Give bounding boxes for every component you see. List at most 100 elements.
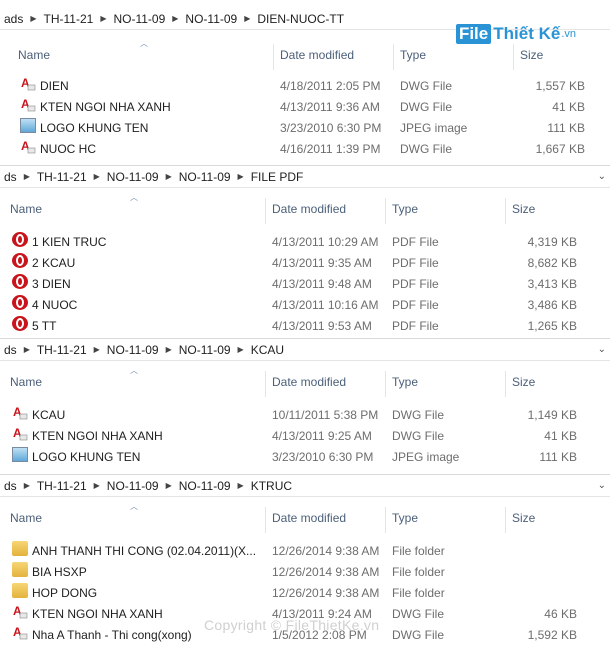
breadcrumb-segment[interactable]: ds [0, 479, 21, 493]
column-header-date[interactable]: Date modified [280, 38, 354, 72]
column-divider[interactable] [265, 507, 266, 533]
column-header-size[interactable]: Size [520, 38, 543, 72]
chevron-down-icon[interactable]: ⌄ [598, 344, 606, 355]
column-divider[interactable] [265, 198, 266, 224]
dwg-icon: A [20, 139, 36, 154]
file-row[interactable]: A DIEN 4/18/2011 2:05 PM DWG File 1,557 … [0, 76, 610, 97]
chevron-right-icon[interactable]: ▶ [21, 172, 33, 181]
breadcrumb-segment[interactable]: ds [0, 343, 21, 357]
file-name: 1 KIEN TRUC [32, 235, 107, 249]
column-divider[interactable] [505, 507, 506, 533]
breadcrumb-segment[interactable]: NO-11-09 [181, 12, 241, 26]
breadcrumb-segment[interactable]: KCAU [247, 343, 288, 357]
column-header-size[interactable]: Size [512, 501, 535, 535]
breadcrumb-segment[interactable]: NO-11-09 [109, 12, 169, 26]
file-row[interactable]: A KTEN NGOI NHA XANH 4/13/2011 9:36 AM D… [0, 97, 610, 118]
chevron-down-icon[interactable]: ⌄ [598, 171, 606, 182]
folder-icon [12, 562, 28, 577]
column-header-row: ︿ Name Date modified Type Size [0, 38, 610, 72]
breadcrumb-segment[interactable]: DIEN-NUOC-TT [253, 12, 348, 26]
file-date: 4/13/2011 9:25 AM [272, 429, 372, 443]
file-row[interactable]: A KTEN NGOI NHA XANH 4/13/2011 9:25 AM D… [0, 426, 610, 447]
file-type: DWG File [400, 142, 452, 156]
chevron-right-icon[interactable]: ▶ [235, 345, 247, 354]
column-divider[interactable] [393, 44, 394, 70]
column-header-type[interactable]: Type [392, 192, 418, 226]
column-header-date[interactable]: Date modified [272, 365, 346, 399]
breadcrumb-segment[interactable]: NO-11-09 [103, 343, 163, 357]
column-divider[interactable] [385, 507, 386, 533]
chevron-right-icon[interactable]: ▶ [235, 172, 247, 181]
file-row[interactable]: HOP DONG 12/26/2014 9:38 AM File folder [0, 583, 610, 604]
column-divider[interactable] [505, 371, 506, 397]
column-header-size[interactable]: Size [512, 192, 535, 226]
breadcrumb-segment[interactable]: TH-11-21 [33, 170, 91, 184]
breadcrumb-segment[interactable]: NO-11-09 [175, 170, 235, 184]
file-type: JPEG image [392, 450, 460, 464]
chevron-right-icon[interactable]: ▶ [163, 172, 175, 181]
column-header-type[interactable]: Type [392, 501, 418, 535]
file-row[interactable]: 3 DIEN 4/13/2011 9:48 AM PDF File 3,413 … [0, 274, 610, 295]
column-header-name[interactable]: Name [10, 365, 42, 399]
pdf-icon [12, 232, 28, 247]
chevron-right-icon[interactable]: ▶ [169, 14, 181, 23]
breadcrumb-segment[interactable]: ds [0, 170, 21, 184]
breadcrumb-segment[interactable]: NO-11-09 [103, 170, 163, 184]
file-size: 8,682 KB [527, 256, 577, 270]
column-header-date[interactable]: Date modified [272, 501, 346, 535]
file-list: A KCAU 10/11/2011 5:38 PM DWG File 1,149… [0, 405, 610, 468]
chevron-right-icon[interactable]: ▶ [235, 481, 247, 490]
file-row[interactable]: BIA HSXP 12/26/2014 9:38 AM File folder [0, 562, 610, 583]
chevron-right-icon[interactable]: ▶ [91, 345, 103, 354]
column-divider[interactable] [513, 44, 514, 70]
breadcrumb-segment[interactable]: NO-11-09 [175, 479, 235, 493]
column-divider[interactable] [385, 371, 386, 397]
file-row[interactable]: 2 KCAU 4/13/2011 9:35 AM PDF File 8,682 … [0, 253, 610, 274]
chevron-right-icon[interactable]: ▶ [91, 172, 103, 181]
file-row[interactable]: 4 NUOC 4/13/2011 10:16 AM PDF File 3,486… [0, 295, 610, 316]
breadcrumb-segment[interactable]: TH-11-21 [40, 12, 98, 26]
file-row[interactable]: ANH THANH THI CONG (02.04.2011)(X... 12/… [0, 541, 610, 562]
file-row[interactable]: 1 KIEN TRUC 4/13/2011 10:29 AM PDF File … [0, 232, 610, 253]
file-name: DIEN [40, 79, 69, 93]
column-divider[interactable] [385, 198, 386, 224]
file-row[interactable]: LOGO KHUNG TEN 3/23/2010 6:30 PM JPEG im… [0, 118, 610, 139]
breadcrumb-segment[interactable]: ads [0, 12, 27, 26]
file-row[interactable]: LOGO KHUNG TEN 3/23/2010 6:30 PM JPEG im… [0, 447, 610, 468]
column-divider[interactable] [273, 44, 274, 70]
column-divider[interactable] [505, 198, 506, 224]
column-header-name[interactable]: Name [18, 38, 50, 72]
breadcrumb-segment[interactable]: KTRUC [247, 479, 296, 493]
file-row[interactable]: 5 TT 4/13/2011 9:53 AM PDF File 1,265 KB [0, 316, 610, 337]
column-header-name[interactable]: Name [10, 501, 42, 535]
file-size: 1,592 KB [527, 628, 577, 642]
chevron-right-icon[interactable]: ▶ [27, 14, 39, 23]
chevron-right-icon[interactable]: ▶ [163, 481, 175, 490]
column-divider[interactable] [265, 371, 266, 397]
file-row[interactable]: A NUOC HC 4/16/2011 1:39 PM DWG File 1,6… [0, 139, 610, 160]
chevron-right-icon[interactable]: ▶ [21, 481, 33, 490]
breadcrumb-segment[interactable]: NO-11-09 [175, 343, 235, 357]
file-size: 1,265 KB [527, 319, 577, 333]
breadcrumb-segment[interactable]: TH-11-21 [33, 343, 91, 357]
breadcrumb-segment[interactable]: NO-11-09 [103, 479, 163, 493]
jpeg-icon [20, 118, 36, 133]
file-date: 12/26/2014 9:38 AM [272, 586, 380, 600]
breadcrumb-segment[interactable]: FILE PDF [247, 170, 308, 184]
chevron-right-icon[interactable]: ▶ [91, 481, 103, 490]
chevron-right-icon[interactable]: ▶ [163, 345, 175, 354]
chevron-down-icon[interactable]: ⌄ [598, 480, 606, 491]
chevron-right-icon[interactable]: ▶ [241, 14, 253, 23]
column-header-date[interactable]: Date modified [272, 192, 346, 226]
copyright-watermark: Copyright © FileThietKe.vn [204, 617, 380, 633]
column-header-size[interactable]: Size [512, 365, 535, 399]
column-header-type[interactable]: Type [400, 38, 426, 72]
sort-ascending-icon: ︿ [130, 366, 138, 375]
file-type: DWG File [392, 429, 444, 443]
chevron-right-icon[interactable]: ▶ [21, 345, 33, 354]
file-row[interactable]: A KCAU 10/11/2011 5:38 PM DWG File 1,149… [0, 405, 610, 426]
breadcrumb-segment[interactable]: TH-11-21 [33, 479, 91, 493]
column-header-name[interactable]: Name [10, 192, 42, 226]
chevron-right-icon[interactable]: ▶ [97, 14, 109, 23]
column-header-type[interactable]: Type [392, 365, 418, 399]
